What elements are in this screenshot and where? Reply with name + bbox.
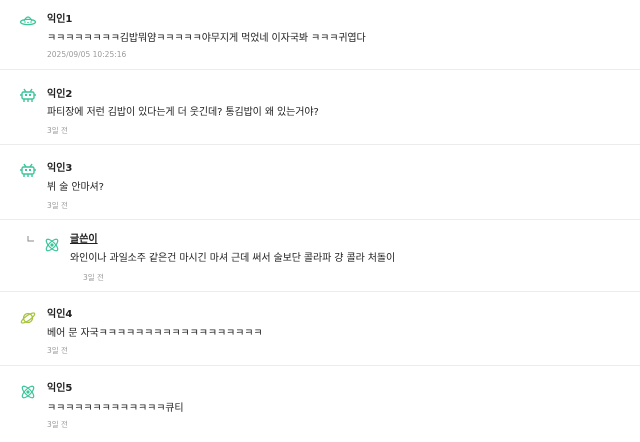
comment-text: ㅋㅋㅋㅋㅋㅋㅋㅋ김밥뭐얌ㅋㅋㅋㅋㅋ야무지게 먹었네 이자국봐 ㅋㅋㅋ귀엽다 — [47, 33, 366, 44]
comment-date: 2025/09/05 10:25:16 — [47, 50, 127, 59]
reply-arrow-icon — [27, 229, 35, 242]
comment-text: 베어 문 자국ㅋㅋㅋㅋㅋㅋㅋㅋㅋㅋㅋㅋㅋㅋㅋㅋㅋㅋ — [47, 328, 263, 339]
space-invader-icon — [19, 86, 37, 104]
comment-text: 파티장에 저런 김밥이 있다는게 더 웃긴데? 통김밥이 왜 있는거야? — [47, 107, 319, 118]
comment-item: 익인4 베어 문 자국ㅋㅋㅋㅋㅋㅋㅋㅋㅋㅋㅋㅋㅋㅋㅋㅋㅋㅋ 3일 전 — [0, 292, 640, 366]
comment-item: 익인2 파티장에 저런 김밥이 있다는게 더 웃긴데? 통김밥이 왜 있는거야?… — [0, 70, 640, 145]
comment-author[interactable]: 글쓴이 — [70, 230, 98, 245]
atom-icon — [43, 236, 61, 254]
space-invader-icon — [19, 161, 37, 179]
comment-item: 익인1 ㅋㅋㅋㅋㅋㅋㅋㅋ김밥뭐얌ㅋㅋㅋㅋㅋ야무지게 먹었네 이자국봐 ㅋㅋㅋ귀엽… — [0, 0, 640, 70]
comment-author[interactable]: 익인2 — [47, 85, 72, 100]
comment-author[interactable]: 익인4 — [47, 305, 72, 320]
comment-text: 와인이나 과일소주 같은건 마시긴 마셔 근데 써서 술보단 콜라파 걍 콜라 … — [70, 253, 396, 264]
reply-item: 글쓴이 와인이나 과일소주 같은건 마시긴 마셔 근데 써서 술보단 콜라파 걍… — [0, 220, 640, 292]
comment-author[interactable]: 익인3 — [47, 159, 72, 174]
ufo-icon — [19, 11, 37, 29]
comment-author[interactable]: 익인1 — [47, 10, 72, 25]
atom-icon — [19, 383, 37, 401]
comment-text: ㅋㅋㅋㅋㅋㅋㅋㅋㅋㅋㅋㅋㅋ큐티 — [47, 403, 184, 414]
comment-item: 익인3 뷔 술 안마셔? 3일 전 — [0, 145, 640, 220]
comment-date: 3일 전 — [47, 201, 68, 210]
planet-icon — [19, 309, 37, 327]
comment-date: 3일 전 — [47, 346, 68, 355]
comment-date: 3일 전 — [83, 273, 104, 282]
comment-date: 3일 전 — [47, 126, 68, 135]
comment-list: 익인1 ㅋㅋㅋㅋㅋㅋㅋㅋ김밥뭐얌ㅋㅋㅋㅋㅋ야무지게 먹었네 이자국봐 ㅋㅋㅋ귀엽… — [0, 0, 640, 442]
comment-text: 뷔 술 안마셔? — [47, 182, 104, 193]
comment-author[interactable]: 익인5 — [47, 379, 72, 394]
comment-date: 3일 전 — [47, 420, 68, 429]
comment-item: 익인5 ㅋㅋㅋㅋㅋㅋㅋㅋㅋㅋㅋㅋㅋ큐티 3일 전 — [0, 366, 640, 442]
